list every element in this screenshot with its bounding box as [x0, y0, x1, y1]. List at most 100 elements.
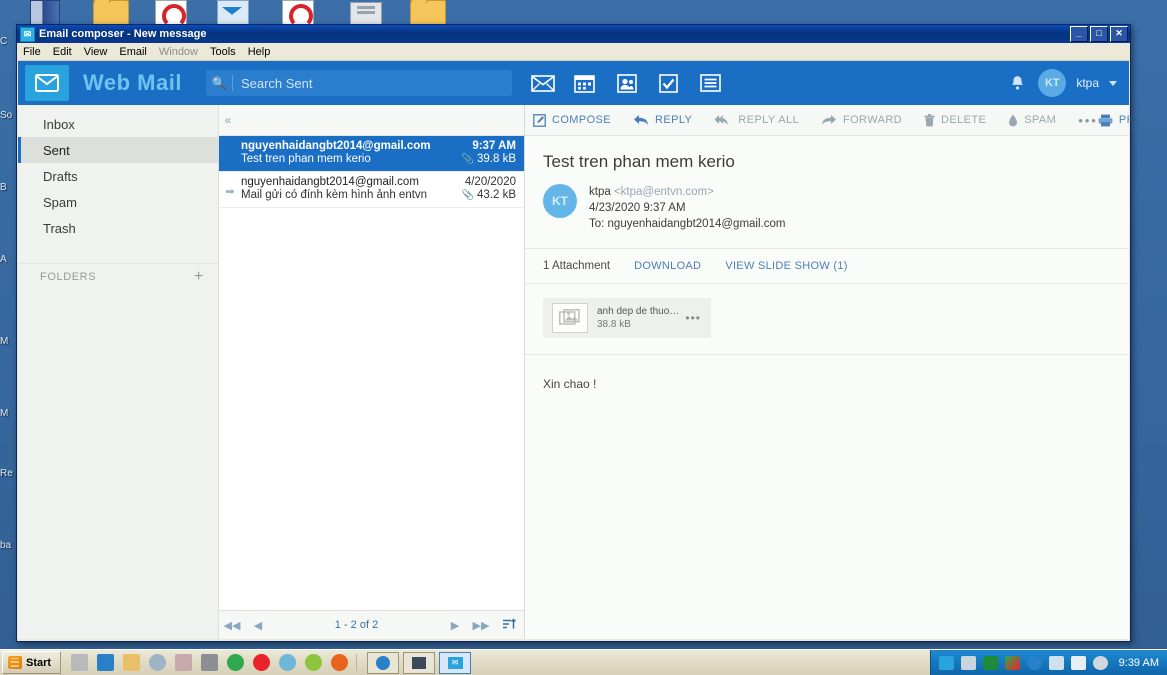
detail-header: Test tren phan mem kerio KT ktpa <ktpa@e… — [525, 136, 1129, 232]
menu-window[interactable]: Window — [159, 46, 198, 58]
menu-view[interactable]: View — [84, 46, 108, 58]
menu-tools[interactable]: Tools — [210, 46, 236, 58]
desktop-label-4: A — [0, 254, 7, 265]
user-name[interactable]: ktpa — [1076, 76, 1099, 90]
detail-sender-address: <ktpa@entvn.com> — [613, 186, 714, 198]
taskwin-terminal[interactable] — [403, 651, 436, 674]
attachment-menu-button[interactable]: ••• — [681, 311, 705, 325]
delete-button[interactable]: DELETE — [924, 113, 986, 127]
menu-edit[interactable]: Edit — [53, 46, 72, 58]
chrome-icon[interactable] — [227, 654, 245, 671]
snip-icon[interactable] — [175, 654, 193, 671]
detail-meta-lines: ktpa <ktpa@entvn.com> 4/23/2020 9:37 AM … — [589, 184, 785, 232]
detail-sender-line: ktpa <ktpa@entvn.com> — [589, 184, 785, 200]
forward-button[interactable]: FORWARD — [821, 114, 902, 126]
spam-button[interactable]: SPAM — [1008, 114, 1056, 127]
detail-recipients: To: nguyenhaidangbt2014@gmail.com — [589, 218, 786, 230]
update-icon[interactable] — [1004, 655, 1020, 670]
taskwin-browser[interactable] — [367, 651, 400, 674]
attachment-card[interactable]: anh dep de thuong … 38.8 kB ••• — [543, 298, 711, 338]
firefox-icon[interactable] — [331, 654, 349, 671]
volume-mute-icon[interactable] — [1092, 655, 1108, 670]
tasks-icon[interactable] — [656, 72, 682, 94]
reply-button[interactable]: REPLY — [633, 114, 692, 126]
view-slide-show-link[interactable]: VIEW SLIDE SHOW (1) — [725, 260, 847, 272]
sidebar-item-drafts[interactable]: Drafts — [18, 163, 218, 189]
chevron-down-icon[interactable] — [1109, 80, 1117, 86]
bell-icon[interactable] — [1006, 72, 1028, 94]
notes-icon[interactable] — [698, 72, 724, 94]
sort-icon[interactable] — [494, 617, 524, 633]
sidebar-item-sent[interactable]: Sent — [18, 137, 218, 163]
maximize-button[interactable]: □ — [1090, 26, 1108, 42]
window-title: Email composer - New message — [39, 28, 207, 40]
ie-icon[interactable] — [279, 654, 297, 671]
reply-all-icon — [714, 115, 729, 125]
desktop-icon-opera[interactable] — [275, 0, 321, 28]
taskbar-clock[interactable]: 9:39 AM — [1119, 657, 1159, 669]
more-actions-button[interactable]: ••• — [1078, 113, 1098, 128]
mail-icon: ✉ — [447, 656, 463, 669]
mail-icon[interactable] — [938, 655, 954, 670]
folders-section-header: FOLDERS + — [18, 263, 218, 290]
brand-title: Web Mail — [83, 70, 182, 95]
desktop-icon-red-app[interactable] — [148, 0, 194, 28]
print-button[interactable]: PRINT — [1098, 114, 1129, 127]
desktop-icon-book[interactable] — [22, 0, 68, 28]
calendar-icon[interactable] — [572, 72, 598, 94]
mail-icon[interactable] — [530, 72, 556, 94]
menu-file[interactable]: File — [23, 46, 41, 58]
message-list: nguyenhaidangbt2014@gmail.com 9:37 AM Te… — [219, 136, 524, 610]
quick-launch-bar — [71, 654, 358, 671]
desktop-icon-gray-app[interactable] — [343, 0, 389, 26]
printer-icon[interactable] — [71, 654, 89, 671]
flag-icon[interactable] — [1070, 655, 1086, 670]
desktop-icon-folder-1[interactable] — [88, 0, 134, 26]
ie-icon[interactable] — [1026, 655, 1042, 670]
copy-icon[interactable] — [201, 654, 219, 671]
menu-help[interactable]: Help — [248, 46, 271, 58]
download-link[interactable]: DOWNLOAD — [634, 260, 701, 272]
contacts-icon[interactable] — [614, 72, 640, 94]
search-input[interactable] — [232, 74, 512, 92]
green-square-icon[interactable] — [982, 655, 998, 670]
list-item[interactable]: ➡ nguyenhaidangbt2014@gmail.com 4/20/202… — [219, 172, 524, 208]
desktop-label-7: Re — [0, 468, 13, 479]
brand-envelope-icon — [25, 65, 69, 101]
message-subject: Mail gửi có đính kèm hình ảnh entvn — [241, 189, 428, 201]
reply-all-button[interactable]: REPLY ALL — [714, 114, 799, 126]
sidebar-item-inbox[interactable]: Inbox — [18, 111, 218, 137]
add-folder-button[interactable]: + — [194, 269, 204, 285]
compose-button[interactable]: COMPOSE — [533, 113, 611, 127]
collapse-sidebar-button[interactable]: « — [219, 113, 237, 127]
attachment-count-label: 1 Attachment — [543, 260, 611, 272]
menu-email[interactable]: Email — [119, 46, 147, 58]
desktop-icon-folder-2[interactable] — [405, 0, 451, 26]
green-icon[interactable] — [305, 654, 323, 671]
start-button[interactable]: Start — [2, 651, 62, 674]
disc-icon[interactable] — [149, 654, 167, 671]
list-item[interactable]: nguyenhaidangbt2014@gmail.com 9:37 AM Te… — [219, 136, 524, 172]
taskwin-mail[interactable]: ✉ — [439, 651, 472, 674]
window-titlebar[interactable]: ✉ Email composer - New message _ □ ✕ — [17, 25, 1130, 43]
minimize-button[interactable]: _ — [1070, 26, 1088, 42]
paperclip-icon: 📎 — [461, 189, 474, 201]
excel-icon[interactable] — [97, 654, 115, 671]
last-page-button[interactable]: ▶▶ — [468, 619, 494, 632]
sidebar-item-spam[interactable]: Spam — [18, 189, 218, 215]
next-page-button[interactable]: ▶ — [442, 619, 468, 632]
folder-icon[interactable] — [123, 654, 141, 671]
opera-icon[interactable] — [253, 654, 271, 671]
desktop-icon-blue-app[interactable] — [210, 0, 256, 28]
close-button[interactable]: ✕ — [1110, 26, 1128, 42]
network-icon[interactable] — [1048, 655, 1064, 670]
prev-page-button[interactable]: ◀ — [245, 619, 271, 632]
console-icon[interactable] — [960, 655, 976, 670]
first-page-button[interactable]: ◀◀ — [219, 619, 245, 632]
avatar[interactable]: KT — [1038, 69, 1067, 97]
search-box[interactable]: 🔍 — [205, 70, 512, 96]
browser-icon — [376, 655, 391, 670]
message-size-text: 43.2 kB — [477, 189, 516, 201]
app-header-right: KT ktpa — [1006, 69, 1129, 97]
sidebar-item-trash[interactable]: Trash — [18, 215, 218, 241]
